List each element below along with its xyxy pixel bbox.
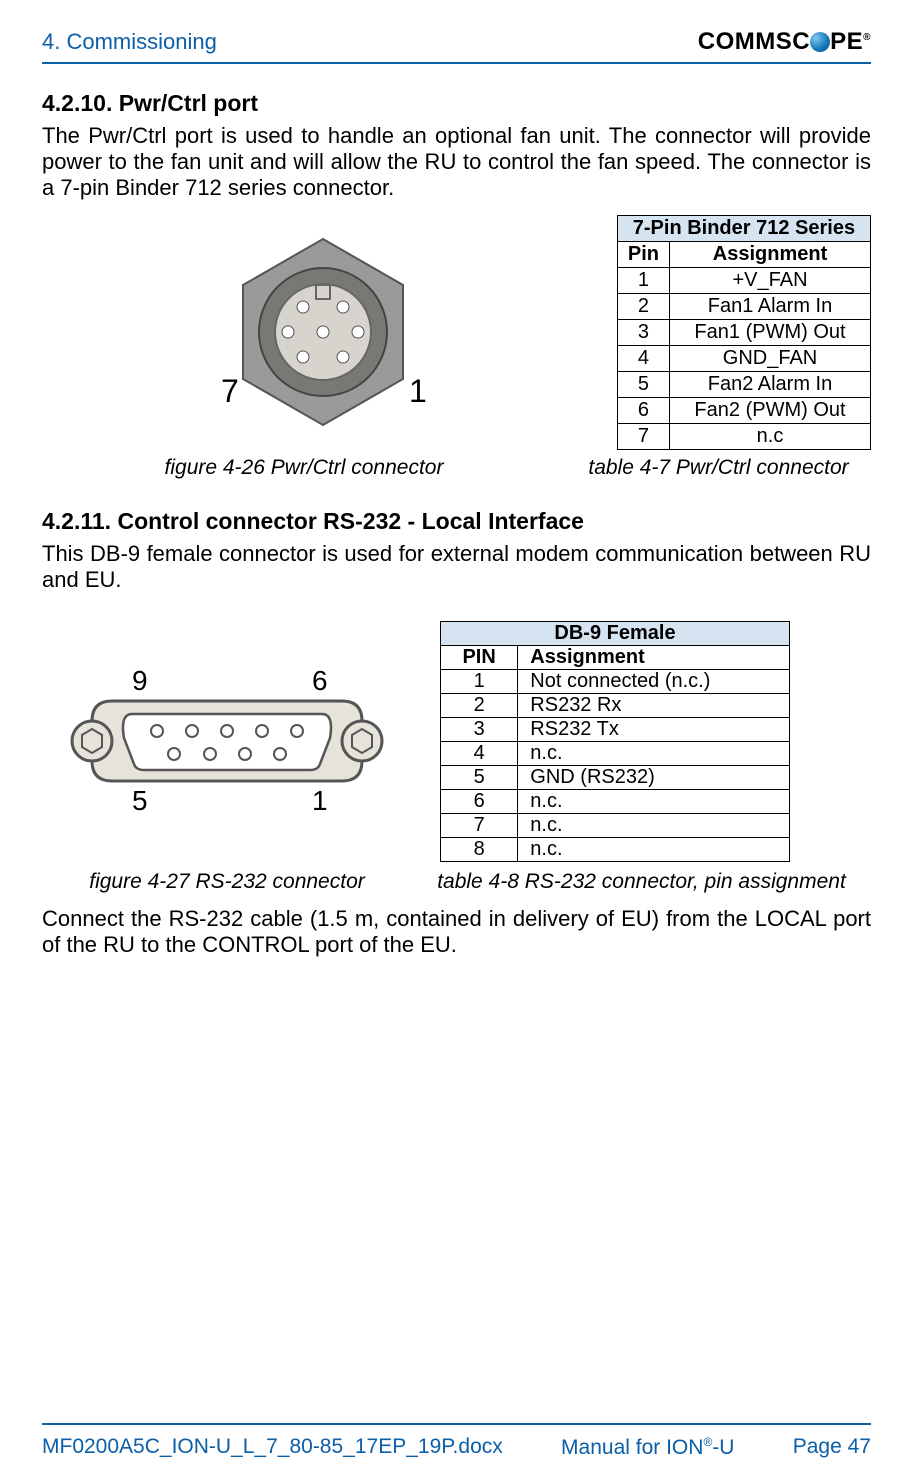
table-b-head-pin: PIN (441, 645, 518, 669)
db9-connector-icon: 9 6 5 1 (62, 666, 392, 816)
cell: 7 (617, 423, 669, 449)
brand-text-1: COMMSC (698, 28, 810, 55)
cell: n.c (670, 423, 871, 449)
cell: GND (RS232) (518, 765, 790, 789)
figure-a-caption: figure 4-26 Pwr/Ctrl connector (42, 456, 566, 480)
cell: 4 (617, 345, 669, 371)
table-row: 6Fan2 (PWM) Out (617, 397, 870, 423)
cell: 6 (441, 789, 518, 813)
table-row: 3RS232 Tx (441, 717, 790, 741)
footer-manual: Manual for ION®-U (561, 1435, 734, 1460)
table-row: 3Fan1 (PWM) Out (617, 319, 870, 345)
table-row: 5GND (RS232) (441, 765, 790, 789)
cell: 3 (617, 319, 669, 345)
pin-label-1b: 1 (312, 785, 328, 816)
db9-connector-figure: 9 6 5 1 (42, 666, 412, 816)
cell: 6 (617, 397, 669, 423)
cell: Fan1 Alarm In (670, 293, 871, 319)
section-b-title: 4.2.11. Control connector RS-232 - Local… (42, 508, 871, 535)
table-row: 2Fan1 Alarm In (617, 293, 870, 319)
cell: RS232 Rx (518, 693, 790, 717)
table-row: 8n.c. (441, 837, 790, 861)
table-row: 1+V_FAN (617, 267, 870, 293)
cell: 2 (441, 693, 518, 717)
cell: 2 (617, 293, 669, 319)
table-row: 4n.c. (441, 741, 790, 765)
footer-page: Page 47 (793, 1435, 871, 1460)
table-b-title: DB-9 Female (441, 621, 790, 645)
pin-label-6: 6 (312, 666, 328, 696)
table-a-caption: table 4-7 Pwr/Ctrl connector (566, 456, 871, 480)
cell: n.c. (518, 741, 790, 765)
pin-label-7: 7 (221, 373, 239, 409)
cell: 1 (617, 267, 669, 293)
cell: Fan1 (PWM) Out (670, 319, 871, 345)
brand-logo: COMMSC PE® (698, 28, 871, 56)
figure-b-caption: figure 4-27 RS-232 connector (42, 870, 412, 894)
cell: 3 (441, 717, 518, 741)
footer-filename: MF0200A5C_ION-U_L_7_80-85_17EP_19P.docx (42, 1435, 503, 1460)
pwr-ctrl-pin-table: 7-Pin Binder 712 Series Pin Assignment 1… (617, 215, 871, 450)
section-a-paragraph: The Pwr/Ctrl port is used to handle an o… (42, 123, 871, 201)
pwr-ctrl-connector-figure: 7 1 (42, 215, 605, 450)
pin-label-1: 1 (409, 373, 427, 409)
binder-connector-icon: 7 1 (183, 227, 463, 437)
db9-pin-table: DB-9 Female PIN Assignment 1Not connecte… (440, 621, 790, 862)
table-row: 7n.c (617, 423, 870, 449)
table-row: 4GND_FAN (617, 345, 870, 371)
footer-manual-post: -U (712, 1436, 734, 1459)
section-a-title: 4.2.10. Pwr/Ctrl port (42, 90, 871, 117)
table-b-head-assignment: Assignment (518, 645, 790, 669)
table-a-head-assignment: Assignment (670, 241, 871, 267)
footer-manual-pre: Manual for ION (561, 1436, 703, 1459)
cell: 8 (441, 837, 518, 861)
table-row: 1Not connected (n.c.) (441, 669, 790, 693)
footer-rule (42, 1423, 871, 1425)
pin-label-9: 9 (132, 666, 148, 696)
cell: Fan2 Alarm In (670, 371, 871, 397)
pin-label-5: 5 (132, 785, 148, 816)
registered-icon: ® (703, 1435, 712, 1449)
chapter-title: 4. Commissioning (42, 29, 217, 55)
table-a-head-pin: Pin (617, 241, 669, 267)
cell: 7 (441, 813, 518, 837)
table-row: 6n.c. (441, 789, 790, 813)
table-row: 2RS232 Rx (441, 693, 790, 717)
cell: n.c. (518, 837, 790, 861)
cell: n.c. (518, 789, 790, 813)
cell: n.c. (518, 813, 790, 837)
table-row: 7n.c. (441, 813, 790, 837)
cell: 5 (441, 765, 518, 789)
cell: 1 (441, 669, 518, 693)
brand-text-2: PE (830, 28, 863, 55)
cell: 5 (617, 371, 669, 397)
table-b-caption: table 4-8 RS-232 connector, pin assignme… (412, 870, 871, 894)
cell: +V_FAN (670, 267, 871, 293)
section-b-paragraph: This DB-9 female connector is used for e… (42, 541, 871, 593)
table-row: 5Fan2 Alarm In (617, 371, 870, 397)
cell: 4 (441, 741, 518, 765)
cell: GND_FAN (670, 345, 871, 371)
section-b-closing: Connect the RS-232 cable (1.5 m, contain… (42, 906, 871, 958)
header-rule (42, 62, 871, 64)
globe-icon (810, 32, 830, 52)
cell: Fan2 (PWM) Out (670, 397, 871, 423)
registered-icon: ® (863, 32, 871, 43)
table-a-title: 7-Pin Binder 712 Series (617, 215, 870, 241)
cell: RS232 Tx (518, 717, 790, 741)
cell: Not connected (n.c.) (518, 669, 790, 693)
